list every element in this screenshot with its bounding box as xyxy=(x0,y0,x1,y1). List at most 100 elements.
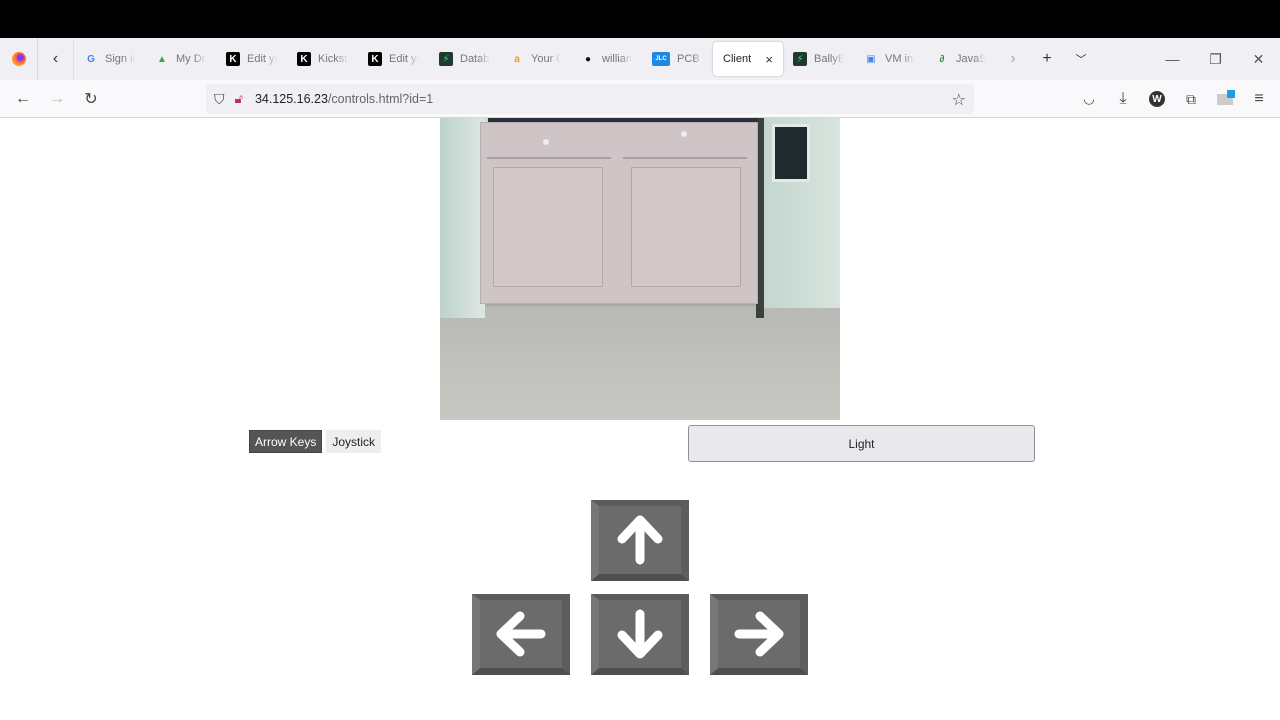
browser-tab[interactable]: G Sign in xyxy=(74,42,145,76)
browser-tab[interactable]: ⚡ Database xyxy=(429,42,500,76)
tab-title: PCB Prototype xyxy=(677,53,703,65)
minimize-button[interactable]: — xyxy=(1151,38,1194,80)
camera-knob xyxy=(681,131,687,137)
browser-tab[interactable]: K Edit your xyxy=(216,42,287,76)
pocket-button[interactable]: ◡ xyxy=(1072,82,1106,116)
tab-title: william xyxy=(602,53,632,65)
camera-counter xyxy=(488,118,758,122)
url-path: /controls.html?id=1 xyxy=(327,92,434,106)
browser-tab[interactable]: ▣ VM instances xyxy=(854,42,925,76)
up-arrow-button[interactable] xyxy=(591,500,689,581)
app-menu-button[interactable]: ≡ xyxy=(1242,82,1276,116)
forward-button[interactable]: → xyxy=(40,82,74,116)
screen-plus-icon xyxy=(1217,89,1235,105)
google-drive-icon: ▲ xyxy=(157,53,167,65)
arrow-keys-mode-button[interactable]: Arrow Keys xyxy=(249,430,323,453)
extensions-button[interactable]: ⧉ xyxy=(1174,82,1208,116)
chevron-down-icon: ﹀ xyxy=(1075,54,1087,66)
tab-title: My Drive xyxy=(176,53,206,65)
tab-title: Database xyxy=(460,53,490,65)
tabs-scroll-right-button[interactable]: › xyxy=(996,38,1030,80)
camera-drawer xyxy=(623,129,747,159)
downloads-button[interactable]: ⤓ xyxy=(1106,82,1140,116)
insecure-lock-icon[interactable]: 🔓︎ xyxy=(235,91,243,107)
reload-button[interactable]: ↻ xyxy=(74,82,108,116)
close-tab-icon[interactable]: × xyxy=(765,52,773,67)
tab-title: Kickstarter xyxy=(318,53,348,65)
browser-tab[interactable]: ⚡ BallyB xyxy=(783,42,854,76)
restore-icon: ❐ xyxy=(1209,50,1222,67)
camera-feed xyxy=(440,118,840,420)
hamburger-menu-icon: ≡ xyxy=(1254,90,1264,107)
tab-title: Sign in xyxy=(105,53,135,65)
arrow-up-icon xyxy=(617,515,663,565)
browser-tab[interactable]: ● william xyxy=(571,42,642,76)
arrow-down-icon xyxy=(617,609,663,659)
firefox-icon xyxy=(11,52,26,66)
close-window-button[interactable]: ✕ xyxy=(1237,38,1280,80)
minimize-icon: — xyxy=(1165,51,1180,67)
chevron-right-icon: › xyxy=(1010,50,1016,67)
arrow-right-icon: → xyxy=(49,89,65,107)
browser-tab[interactable]: ▲ My Drive xyxy=(145,42,216,76)
camera-door xyxy=(493,167,603,287)
chevron-left-icon: ‹ xyxy=(52,50,59,67)
joystick-mode-button[interactable]: Joystick xyxy=(326,430,382,453)
control-mode-tabs: Arrow Keys Joystick xyxy=(249,430,382,453)
page-content: Arrow Keys Joystick Light xyxy=(0,118,1280,720)
firefox-menu[interactable] xyxy=(0,38,38,80)
browser-tab[interactable]: JLC PCB Prototype xyxy=(642,42,713,76)
camera-knob xyxy=(543,139,549,145)
left-arrow-button[interactable] xyxy=(472,594,570,675)
browser-tab[interactable]: a Your Orders xyxy=(500,42,571,76)
down-arrow-button[interactable] xyxy=(591,594,689,675)
extension-button[interactable] xyxy=(1208,82,1242,116)
browser-tab[interactable]: K Kickstarter xyxy=(287,42,358,76)
browser-tab[interactable]: K Edit your xyxy=(358,42,429,76)
camera-floor xyxy=(440,306,840,420)
browser-tab[interactable]: Client × xyxy=(713,42,783,76)
arrow-right-icon xyxy=(734,611,784,657)
google-icon: G xyxy=(87,53,95,65)
right-arrow-button[interactable] xyxy=(710,594,808,675)
restore-button[interactable]: ❐ xyxy=(1194,38,1237,80)
tab-title: Client xyxy=(723,53,752,65)
amazon-icon: a xyxy=(514,53,520,65)
puzzle-icon: ⧉ xyxy=(1186,90,1196,107)
tab-title: VM instances xyxy=(885,53,915,65)
back-button[interactable]: ← xyxy=(6,82,40,116)
tracking-protection-shield-icon[interactable]: ⛉ xyxy=(214,91,225,108)
url-host: 34.125.16.23 xyxy=(254,92,328,106)
kickstarter-icon: K xyxy=(297,52,311,66)
download-icon: ⤓ xyxy=(1119,90,1127,107)
tab-strip: ‹ G Sign in ▲ My Drive K Edit your K Kickstarte… xyxy=(0,38,1280,80)
camera-window xyxy=(772,124,810,182)
list-all-tabs-button[interactable]: ﹀ xyxy=(1064,38,1098,80)
camera-door xyxy=(631,167,741,287)
browser-tab[interactable]: ∂ JavaScript xyxy=(925,42,996,76)
kickstarter-icon: K xyxy=(368,52,382,66)
bookmark-star-icon[interactable]: ☆ xyxy=(952,90,966,110)
tab-title: Your Orders xyxy=(531,53,561,65)
kickstarter-icon: K xyxy=(226,52,240,66)
tab-title: Edit your xyxy=(247,53,277,65)
pocket-icon: ◡ xyxy=(1083,91,1095,106)
tab-title: JavaScript xyxy=(956,53,986,65)
arrow-left-icon xyxy=(496,611,546,657)
bolt-icon: ⚡ xyxy=(439,52,453,66)
address-bar[interactable]: ⛉ 🔓︎ 34.125.16.23/controls.html?id=1 ☆ xyxy=(206,84,974,114)
camera-cabinet xyxy=(480,122,758,304)
url-text[interactable]: 34.125.16.23/controls.html?id=1 xyxy=(255,92,433,106)
tab-title: Edit your xyxy=(389,53,419,65)
camera-wall-left xyxy=(440,118,485,318)
camera-drawer xyxy=(487,129,611,159)
github-icon: ● xyxy=(584,53,592,65)
jlc-icon: JLC xyxy=(652,52,670,66)
tab-title: BallyB xyxy=(814,53,844,65)
new-tab-button[interactable]: + xyxy=(1030,38,1064,80)
tabs-scroll-left-button[interactable]: ‹ xyxy=(38,38,74,80)
light-button[interactable]: Light xyxy=(688,425,1035,462)
account-button[interactable]: W xyxy=(1140,82,1174,116)
bolt-icon: ⚡ xyxy=(793,52,807,66)
chip-icon: ▣ xyxy=(866,53,876,65)
